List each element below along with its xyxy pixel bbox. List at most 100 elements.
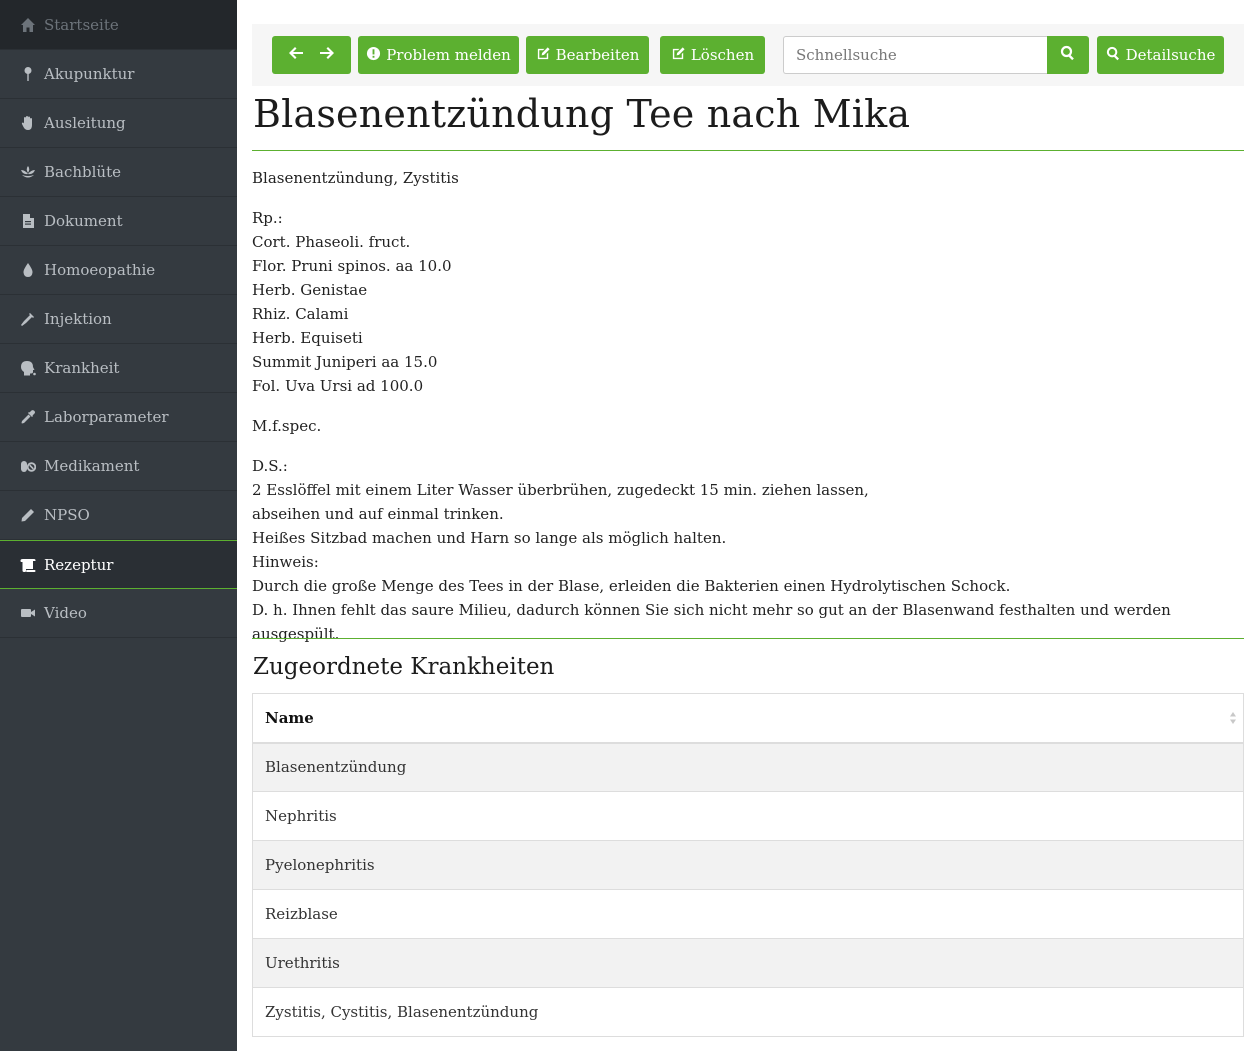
table-row[interactable]: Pyelonephritis bbox=[252, 840, 1244, 890]
sidebar-item-rezeptur[interactable]: Rezeptur bbox=[0, 540, 237, 589]
forward-button[interactable] bbox=[319, 45, 335, 65]
quick-search-input[interactable] bbox=[783, 36, 1047, 74]
sidebar-item-label: Dokument bbox=[44, 212, 123, 230]
delete-label: Löschen bbox=[690, 46, 755, 64]
search-icon bbox=[1106, 46, 1126, 65]
search-icon bbox=[1060, 45, 1076, 65]
recipe-line: Herb. Genistae bbox=[252, 281, 368, 299]
pills-icon bbox=[18, 457, 38, 475]
edit-icon bbox=[536, 46, 556, 65]
section-title: Zugeordnete Krankheiten bbox=[253, 654, 555, 680]
recipe-line: D. h. Ihnen fehlt das saure Milieu, dadu… bbox=[252, 601, 1171, 643]
table-row[interactable]: Urethritis bbox=[252, 938, 1244, 988]
table-row[interactable]: Reizblase bbox=[252, 889, 1244, 939]
video-camera-icon bbox=[18, 604, 38, 622]
recipe-line: Cort. Phaseoli. fruct. bbox=[252, 233, 411, 251]
delete-button[interactable]: Löschen bbox=[660, 36, 765, 74]
arrow-left-icon bbox=[288, 47, 304, 65]
sidebar-item-video[interactable]: Video bbox=[0, 589, 237, 638]
sidebar-item-dokument[interactable]: Dokument bbox=[0, 197, 237, 246]
home-icon bbox=[18, 16, 38, 34]
detail-search-button[interactable]: Detailsuche bbox=[1097, 36, 1224, 74]
hand-icon bbox=[18, 114, 38, 132]
table-cell: Pyelonephritis bbox=[252, 840, 1244, 890]
needle-pin-icon bbox=[18, 65, 38, 83]
sidebar-item-label: Video bbox=[44, 604, 87, 622]
sidebar-item-label: Injektion bbox=[44, 310, 112, 328]
sidebar-item-label: Laborparameter bbox=[44, 408, 169, 426]
exclamation-circle-icon bbox=[366, 46, 386, 65]
recipe-line: Blasenentzündung, Zystitis bbox=[252, 169, 459, 187]
search-button[interactable] bbox=[1047, 36, 1089, 74]
sidebar-item-label: Homoeopathie bbox=[44, 261, 156, 279]
sick-head-icon bbox=[18, 359, 38, 377]
recipe-line: Heißes Sitzbad machen und Harn so lange … bbox=[252, 529, 727, 547]
sidebar-item-akupunktur[interactable]: Akupunktur bbox=[0, 50, 237, 99]
table-row[interactable]: Zystitis, Cystitis, Blasenentzündung bbox=[252, 987, 1244, 1037]
table-cell: Nephritis bbox=[252, 791, 1244, 841]
title-divider bbox=[252, 150, 1244, 151]
sidebar-item-label: Medikament bbox=[44, 457, 140, 475]
sidebar-item-label: Rezeptur bbox=[44, 555, 114, 574]
page-title: Blasenentzündung Tee nach Mika bbox=[253, 92, 911, 136]
table-cell: Blasenentzündung bbox=[252, 742, 1244, 792]
diseases-table: Name Blasenentzündung Nephritis Pyelonep… bbox=[252, 693, 1244, 1037]
recipe-line: 2 Esslöffel mit einem Liter Wasser überb… bbox=[252, 481, 869, 499]
recipe-paragraph: D.S.: 2 Esslöffel mit einem Liter Wasser… bbox=[252, 454, 1244, 646]
table-row[interactable]: Blasenentzündung bbox=[252, 742, 1244, 792]
nav-button-group bbox=[272, 36, 351, 74]
recipe-content: Blasenentzündung, Zystitis Rp.: Cort. Ph… bbox=[252, 166, 1244, 662]
recipe-line: abseihen und auf einmal trinken. bbox=[252, 505, 504, 523]
sidebar-item-label: Bachblüte bbox=[44, 163, 121, 181]
sidebar-item-label: Ausleitung bbox=[44, 114, 126, 132]
sort-icon bbox=[1230, 712, 1236, 724]
column-header-label: Name bbox=[265, 708, 314, 727]
pdf-file-icon bbox=[18, 212, 38, 230]
sidebar-item-ausleitung[interactable]: Ausleitung bbox=[0, 99, 237, 148]
sidebar-item-medikament[interactable]: Medikament bbox=[0, 442, 237, 491]
recipe-line: Fol. Uva Ursi ad 100.0 bbox=[252, 377, 424, 395]
detail-search-label: Detailsuche bbox=[1125, 46, 1216, 64]
scroll-icon bbox=[18, 556, 38, 574]
sidebar-item-laborparameter[interactable]: Laborparameter bbox=[0, 393, 237, 442]
column-header-name[interactable]: Name bbox=[252, 693, 1244, 744]
recipe-line: Herb. Equiseti bbox=[252, 329, 363, 347]
sidebar-item-injektion[interactable]: Injektion bbox=[0, 295, 237, 344]
recipe-line: Summit Juniperi aa 15.0 bbox=[252, 353, 438, 371]
recipe-line: Hinweis: bbox=[252, 553, 319, 571]
sidebar-item-homoeopathie[interactable]: Homoeopathie bbox=[0, 246, 237, 295]
arrow-right-icon bbox=[319, 47, 335, 65]
table-row[interactable]: Nephritis bbox=[252, 791, 1244, 841]
report-problem-label: Problem melden bbox=[386, 46, 511, 64]
sidebar-item-krankheit[interactable]: Krankheit bbox=[0, 344, 237, 393]
edit-button[interactable]: Bearbeiten bbox=[526, 36, 649, 74]
toolbar: Problem melden Bearbeiten Löschen Detail… bbox=[252, 24, 1244, 86]
recipe-line: M.f.spec. bbox=[252, 417, 322, 435]
sidebar-item-startseite[interactable]: Startseite bbox=[0, 0, 237, 50]
recipe-paragraph: M.f.spec. bbox=[252, 414, 1244, 438]
flower-icon bbox=[18, 163, 38, 181]
back-button[interactable] bbox=[288, 45, 304, 65]
table-cell: Reizblase bbox=[252, 889, 1244, 939]
sidebar-item-label: Startseite bbox=[44, 15, 119, 34]
edit-icon bbox=[671, 46, 691, 65]
sidebar-item-label: NPSO bbox=[44, 506, 90, 524]
eyedropper-icon bbox=[18, 408, 38, 426]
syringe-icon bbox=[18, 310, 38, 328]
recipe-line: D.S.: bbox=[252, 457, 288, 475]
sidebar-item-label: Krankheit bbox=[44, 359, 120, 377]
drop-icon bbox=[18, 261, 38, 279]
table-cell: Urethritis bbox=[252, 938, 1244, 988]
sidebar-item-bachbluete[interactable]: Bachblüte bbox=[0, 148, 237, 197]
sidebar-item-npso[interactable]: NPSO bbox=[0, 491, 237, 540]
recipe-line: Rp.: bbox=[252, 209, 283, 227]
recipe-paragraph: Blasenentzündung, Zystitis bbox=[252, 166, 1244, 190]
table-header-row: Name bbox=[252, 693, 1244, 744]
report-problem-button[interactable]: Problem melden bbox=[358, 36, 519, 74]
recipe-paragraph: Rp.: Cort. Phaseoli. fruct. Flor. Pruni … bbox=[252, 206, 1244, 398]
recipe-line: Rhiz. Calami bbox=[252, 305, 349, 323]
recipe-line: Durch die große Menge des Tees in der Bl… bbox=[252, 577, 1011, 595]
recipe-line: Flor. Pruni spinos. aa 10.0 bbox=[252, 257, 452, 275]
sidebar: Startseite Akupunktur Ausleitung Bachblü… bbox=[0, 0, 237, 1051]
table-cell: Zystitis, Cystitis, Blasenentzündung bbox=[252, 987, 1244, 1037]
